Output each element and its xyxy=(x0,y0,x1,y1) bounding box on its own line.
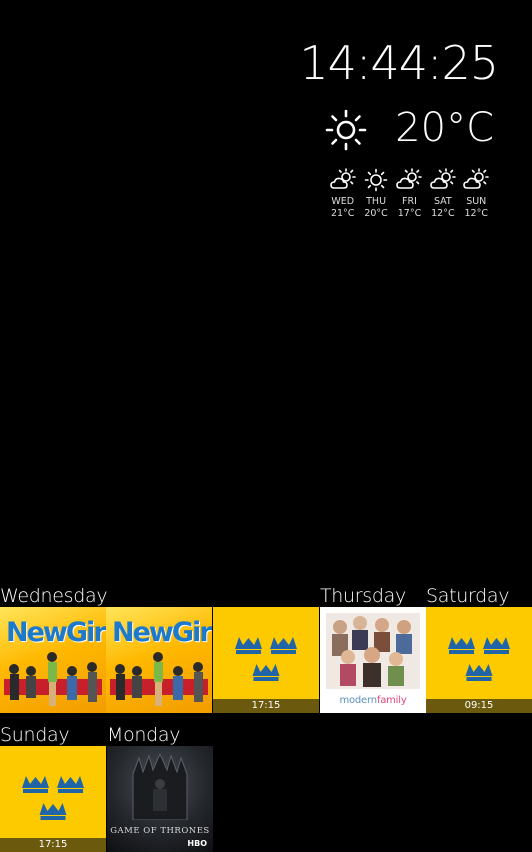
partly-cloudy-icon xyxy=(463,168,490,189)
cast-image xyxy=(4,652,102,706)
partly-cloudy-icon xyxy=(329,168,356,189)
forecast-day-temp: 12°C xyxy=(431,208,455,219)
clock-time: 14:44:25 xyxy=(299,36,499,90)
cast-image xyxy=(110,652,208,706)
forecast-day: SUN 12°C xyxy=(460,168,493,220)
show-tile-three-crowns[interactable]: 17:15 xyxy=(213,607,319,713)
current-weather: 20°C xyxy=(324,104,504,154)
forecast-day-temp: 12°C xyxy=(464,208,488,219)
forecast-day: FRI 17°C xyxy=(393,168,426,220)
show-time: 17:15 xyxy=(213,699,319,713)
forecast-day: SAT 12°C xyxy=(426,168,459,220)
forecast-day: THU 20°C xyxy=(359,168,392,220)
three-crowns-icon xyxy=(22,776,84,820)
show-tile-three-crowns[interactable]: 17:15 xyxy=(0,746,106,852)
forecast-day-temp: 20°C xyxy=(364,208,388,219)
day-label-sunday: Sunday xyxy=(0,724,70,746)
day-label-thursday: Thursday xyxy=(320,585,406,607)
day-label-wednesday: Wednesday xyxy=(0,585,108,607)
current-temperature: 20°C xyxy=(395,105,494,151)
network-logo: HBO xyxy=(187,839,207,848)
day-label-saturday: Saturday xyxy=(426,585,510,607)
three-crowns-icon xyxy=(448,637,510,681)
forecast-day-name: SUN xyxy=(466,196,487,207)
forecast-day-temp: 21°C xyxy=(330,208,355,219)
forecast-day-name: THU xyxy=(366,196,387,207)
cast-image xyxy=(326,613,420,689)
show-time: 17:15 xyxy=(0,838,106,852)
forecast-day: WED 21°C xyxy=(326,168,359,220)
sun-icon xyxy=(325,109,367,151)
show-title: GAME OF THRONES xyxy=(110,826,210,836)
day-label-monday: Monday xyxy=(107,724,181,746)
show-title: NewGirl xyxy=(112,617,212,648)
iron-throne-image xyxy=(132,754,188,820)
forecast: WED 21°C THU 20°C FRI 17°C SAT 12°C SUN … xyxy=(326,168,493,220)
show-tile-three-crowns[interactable]: 09:15 xyxy=(426,607,532,713)
show-tile-new-girl[interactable]: NewGirl xyxy=(0,607,106,713)
three-crowns-icon xyxy=(235,637,297,681)
show-tile-modern-family[interactable]: modernfamily xyxy=(320,607,426,713)
show-time: 09:15 xyxy=(426,699,532,713)
forecast-day-name: FRI xyxy=(402,196,417,207)
partly-cloudy-icon xyxy=(396,168,423,189)
show-title: modernfamily xyxy=(339,695,407,706)
forecast-day-temp: 17°C xyxy=(397,208,422,219)
tv-dashboard: 14:44:25 20°C WED 21°C THU 20°C FRI 17°C… xyxy=(0,0,532,852)
sun-icon xyxy=(364,168,388,192)
show-tile-new-girl[interactable]: NewGirl xyxy=(106,607,212,713)
forecast-day-name: SAT xyxy=(433,196,452,207)
show-tile-game-of-thrones[interactable]: GAME OF THRONES HBO xyxy=(107,746,213,852)
show-title: NewGirl xyxy=(6,617,106,648)
partly-cloudy-icon xyxy=(430,168,456,189)
forecast-day-name: WED xyxy=(331,196,355,207)
